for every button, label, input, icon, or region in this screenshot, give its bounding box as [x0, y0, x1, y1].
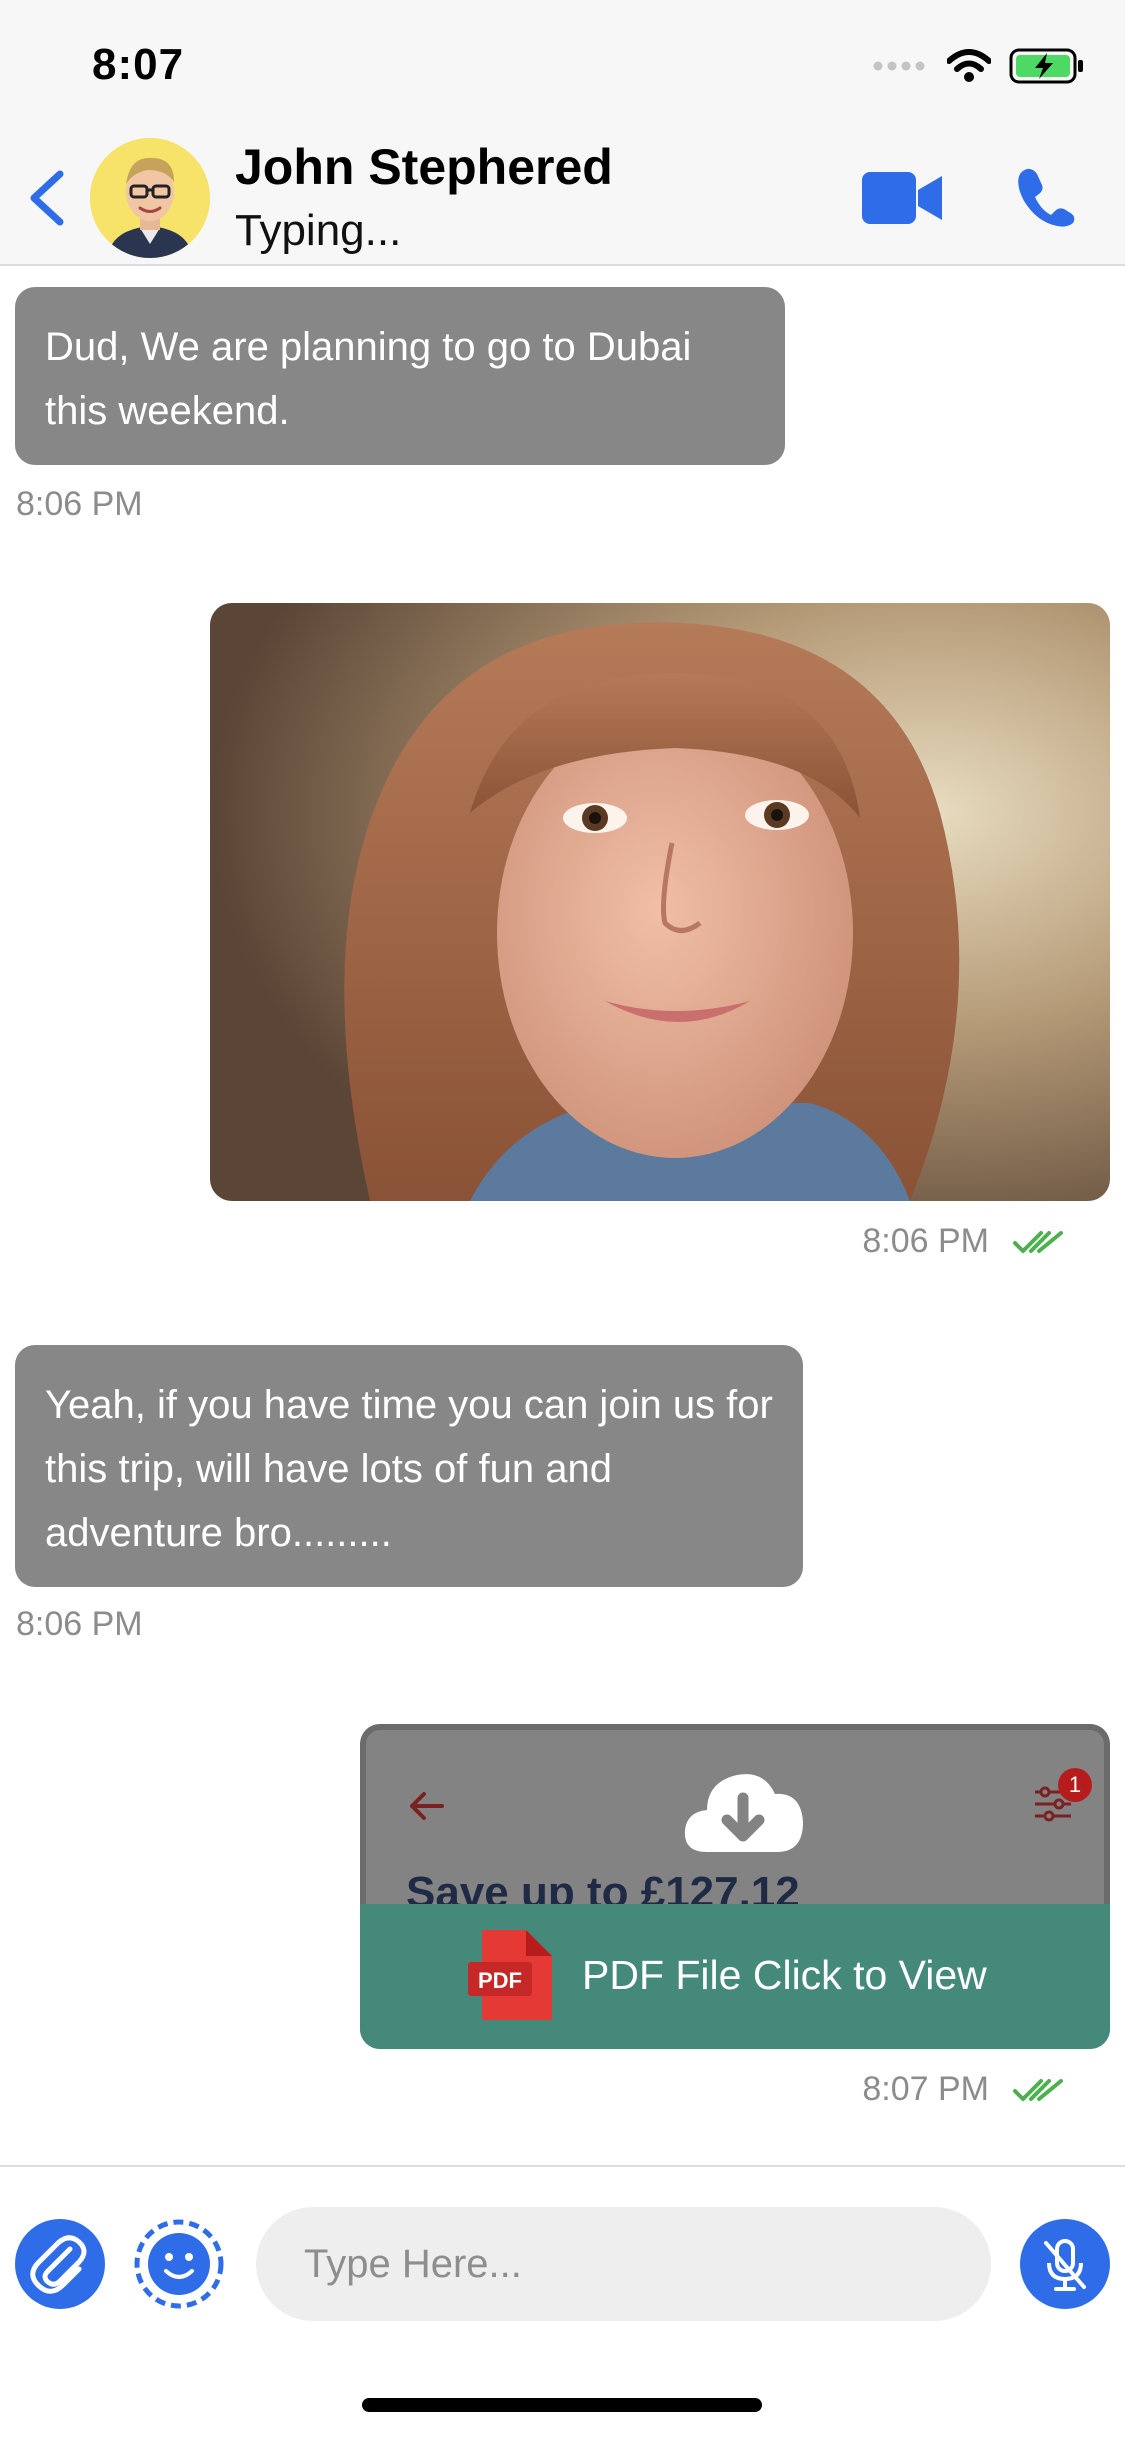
- chat-header: John Stephered Typing...: [0, 130, 1125, 266]
- arrow-left-icon: [410, 1792, 444, 1820]
- message-text: Dud, We are planning to go to Dubai this…: [45, 325, 692, 433]
- read-receipt-icon: [1013, 2078, 1063, 2101]
- pdf-label: PDF File Click to View: [582, 1952, 987, 1998]
- emoji-button[interactable]: [134, 2219, 224, 2309]
- home-indicator[interactable]: [362, 2398, 762, 2412]
- message-meta: 8:06 PM: [862, 1222, 1063, 1261]
- pdf-icon-text: PDF: [478, 1968, 522, 1993]
- battery-charging-icon: [1009, 48, 1083, 84]
- voice-record-button[interactable]: [1020, 2219, 1110, 2309]
- read-receipt-icon: [1013, 1230, 1063, 1253]
- message-text: Yeah, if you have time you can join us f…: [45, 1383, 773, 1555]
- incoming-message-bubble[interactable]: Yeah, if you have time you can join us f…: [15, 1345, 803, 1587]
- download-cloud-icon[interactable]: [681, 1760, 805, 1860]
- cellular-signal-icon: [873, 61, 925, 71]
- status-icons: [873, 48, 1085, 84]
- pdf-view-button[interactable]: PDF PDF File Click to View: [360, 1904, 1110, 2049]
- attach-button[interactable]: [15, 2219, 105, 2309]
- status-bar: 8:07: [0, 0, 1125, 130]
- pdf-attachment[interactable]: 1 Save up to £127.12 PDF PDF File Click …: [360, 1724, 1110, 2049]
- status-time: 8:07: [92, 40, 185, 89]
- video-call-icon[interactable]: [862, 170, 944, 226]
- contact-name[interactable]: John Stephered: [235, 138, 613, 196]
- message-timestamp: 8:06 PM: [16, 485, 143, 523]
- pdf-preview-text: Save up to £127.12: [406, 1868, 800, 1904]
- message-timestamp: 8:06 PM: [16, 1605, 143, 1643]
- incoming-message-bubble[interactable]: Dud, We are planning to go to Dubai this…: [15, 287, 785, 465]
- smiley-icon: [134, 2219, 224, 2309]
- notification-badge: 1: [1058, 1768, 1092, 1802]
- avatar[interactable]: [90, 138, 210, 258]
- message-meta: 8:07 PM: [862, 2070, 1063, 2109]
- pdf-preview: 1 Save up to £127.12: [360, 1724, 1110, 1904]
- message-input[interactable]: [256, 2207, 991, 2321]
- message-input-wrapper: [256, 2207, 991, 2321]
- image-message[interactable]: [210, 603, 1110, 1201]
- message-timestamp: 8:06 PM: [862, 1222, 989, 1260]
- phone-call-icon[interactable]: [1015, 166, 1075, 228]
- microphone-muted-icon: [1044, 2239, 1086, 2291]
- badge-count: 1: [1068, 1772, 1082, 1797]
- message-timestamp: 8:07 PM: [862, 2070, 989, 2108]
- paperclip-icon: [30, 2235, 87, 2294]
- contact-status: Typing...: [235, 206, 402, 255]
- back-chevron-icon[interactable]: [22, 168, 72, 228]
- wifi-icon: [947, 49, 991, 82]
